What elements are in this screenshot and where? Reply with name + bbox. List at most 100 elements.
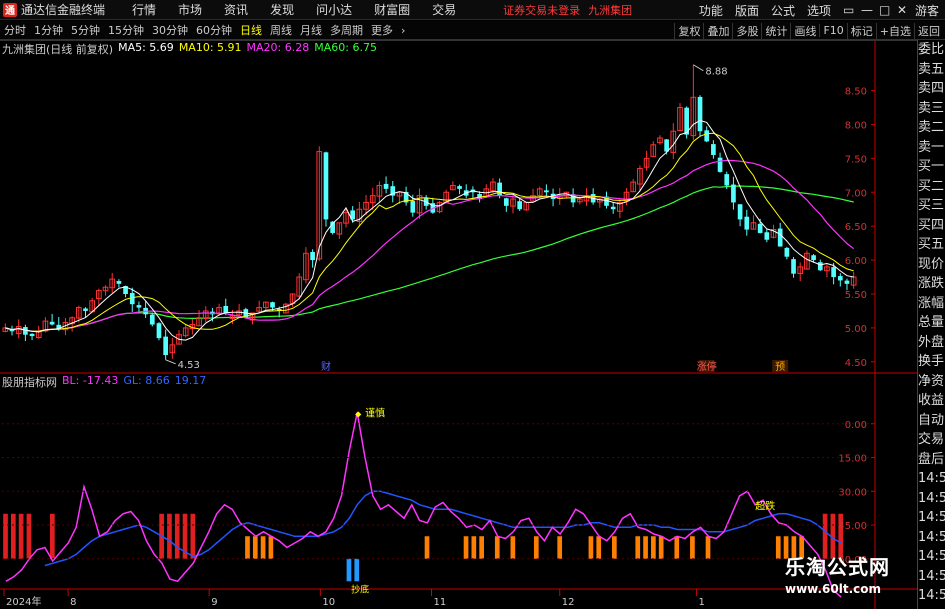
login-notice[interactable]: 证券交易未登录	[503, 2, 580, 18]
app-window: 通 通达信金融终端 行情 市场 资讯 发现 问小达 财富圈 交易 证券交易未登录…	[0, 0, 945, 609]
annotation-layer: 8.88 4.53 财 涨停 预	[165, 64, 789, 373]
restore-window-icon[interactable]: ▭	[837, 3, 855, 17]
caution-bar	[245, 536, 250, 559]
menu-assistant[interactable]: 问小达	[305, 1, 363, 18]
side-panel-item[interactable]: 14:56	[918, 567, 945, 587]
caution-bar	[268, 536, 274, 559]
candle-body-down	[817, 262, 823, 271]
time-tick-label: 1	[699, 597, 705, 608]
side-panel-item[interactable]: 涨跌	[918, 274, 945, 294]
candle-body-down	[784, 247, 790, 257]
candle-body-down	[503, 198, 509, 206]
watermark: 乐淘公式网 www.60lt.com	[785, 551, 890, 596]
side-panel-item[interactable]: 14:56	[918, 606, 945, 609]
time-tick-label: 9	[211, 597, 217, 608]
period-toolbar: 分时 1分钟 5分钟 15分钟 30分钟 60分钟 日线 周线 月线 多周期 更…	[0, 21, 945, 40]
side-panel-item[interactable]: 14:56	[918, 586, 945, 606]
period-weekly[interactable]: 周线	[266, 22, 296, 38]
price-tick-label: 6.00	[845, 256, 867, 267]
add-watchlist-button[interactable]: +自选	[875, 22, 914, 39]
period-60min[interactable]: 60分钟	[192, 22, 236, 38]
period-30min[interactable]: 30分钟	[148, 22, 192, 38]
period-daily[interactable]: 日线	[236, 22, 266, 38]
maximize-icon[interactable]: □	[873, 3, 891, 17]
candle-body-down	[83, 308, 88, 311]
side-panel-item[interactable]: 卖四	[918, 79, 945, 99]
adjust-button[interactable]: 复权	[674, 22, 703, 39]
period-monthly[interactable]: 月线	[296, 22, 326, 38]
peak-bar	[354, 558, 360, 582]
side-panel-item[interactable]: 买一	[918, 157, 945, 177]
candle-body-down	[837, 276, 843, 281]
caution-bar	[424, 536, 430, 559]
side-panel-item[interactable]: 现价	[918, 255, 945, 275]
side-panel-item[interactable]: 买五	[918, 235, 945, 255]
caution-bar	[479, 536, 484, 559]
menu-market[interactable]: 市场	[167, 1, 213, 18]
time-tick-label: 10	[322, 597, 335, 608]
period-5min[interactable]: 5分钟	[67, 22, 104, 38]
menu-options[interactable]: 选项	[801, 2, 837, 19]
caution-bar	[705, 536, 711, 559]
f10-button[interactable]: F10	[819, 24, 846, 37]
period-multi[interactable]: 多周期	[326, 22, 367, 38]
chevron-right-icon[interactable]: ›	[397, 24, 409, 37]
candle-body-down	[517, 201, 523, 210]
back-button[interactable]: 返回	[914, 22, 943, 39]
mark-button[interactable]: 标记	[846, 22, 876, 39]
menu-layout[interactable]: 版面	[729, 2, 765, 19]
menu-trade[interactable]: 交易	[421, 1, 467, 18]
event-marker: 财	[321, 360, 331, 373]
draw-line-button[interactable]: 画线	[790, 22, 819, 39]
side-panel-item[interactable]: 换手	[918, 352, 945, 372]
close-icon[interactable]: ✕	[891, 3, 909, 17]
candle-body-down	[764, 232, 770, 240]
caution-bar	[252, 536, 258, 559]
side-panel-item[interactable]: 涨幅	[918, 294, 945, 314]
side-panel-item[interactable]: 14:56	[918, 489, 945, 509]
price-tick-label: 8.00	[845, 120, 867, 131]
side-panel-item[interactable]: 总量	[918, 313, 945, 333]
peak-diamond-icon: ◆	[355, 410, 362, 419]
menu-news[interactable]: 资讯	[213, 1, 259, 18]
watermark-text: 乐淘公式网	[785, 555, 890, 579]
side-panel-item[interactable]: 自动	[918, 411, 945, 431]
kline-chart[interactable]: 8.50 8.00 7.50 7.00 6.50 6.00 5.50 5.00 4.50 8.8…	[0, 40, 917, 609]
menu-function[interactable]: 功能	[693, 2, 729, 19]
user-label[interactable]: 游客	[909, 2, 945, 19]
side-panel-item[interactable]: 交易	[918, 430, 945, 450]
candle-body-down	[270, 302, 275, 308]
menu-wealth[interactable]: 财富圈	[363, 1, 421, 18]
time-tick-label: 8	[70, 597, 76, 608]
candle-body-down	[717, 157, 723, 172]
side-panel-item[interactable]: 买三	[918, 196, 945, 216]
overlay-button[interactable]: 叠加	[703, 22, 732, 39]
menu-discover[interactable]: 发现	[259, 1, 305, 18]
stats-button[interactable]: 统计	[761, 22, 790, 39]
side-panel-item[interactable]: 买二	[918, 177, 945, 197]
side-panel-item[interactable]: 14:56	[918, 547, 945, 567]
side-panel-item[interactable]: 委比	[918, 40, 945, 60]
side-panel-item[interactable]: 卖五	[918, 60, 945, 80]
menu-formula[interactable]: 公式	[765, 2, 801, 19]
minimize-icon[interactable]: —	[855, 3, 873, 17]
side-panel-item[interactable]: 净资	[918, 372, 945, 392]
side-panel-item[interactable]: 14:56	[918, 508, 945, 528]
period-intraday[interactable]: 分时	[0, 22, 30, 38]
multi-stock-button[interactable]: 多股	[732, 22, 761, 39]
period-more[interactable]: 更多	[367, 22, 397, 38]
side-panel-item[interactable]: 买四	[918, 216, 945, 236]
side-panel-item[interactable]: 外盘	[918, 333, 945, 353]
caution-bar	[635, 536, 641, 559]
side-panel-item[interactable]: 卖二	[918, 118, 945, 138]
side-panel-item[interactable]: 收益	[918, 391, 945, 411]
period-1min[interactable]: 1分钟	[30, 22, 67, 38]
oversold-bar	[50, 513, 55, 559]
side-panel-item[interactable]: 卖一	[918, 138, 945, 158]
side-panel-item[interactable]: 14:56	[918, 528, 945, 548]
period-15min[interactable]: 15分钟	[104, 22, 148, 38]
side-panel-item[interactable]: 盘后	[918, 450, 945, 470]
menu-quotes[interactable]: 行情	[121, 1, 167, 18]
side-panel-item[interactable]: 14:56	[918, 469, 945, 489]
side-panel-item[interactable]: 卖三	[918, 99, 945, 119]
